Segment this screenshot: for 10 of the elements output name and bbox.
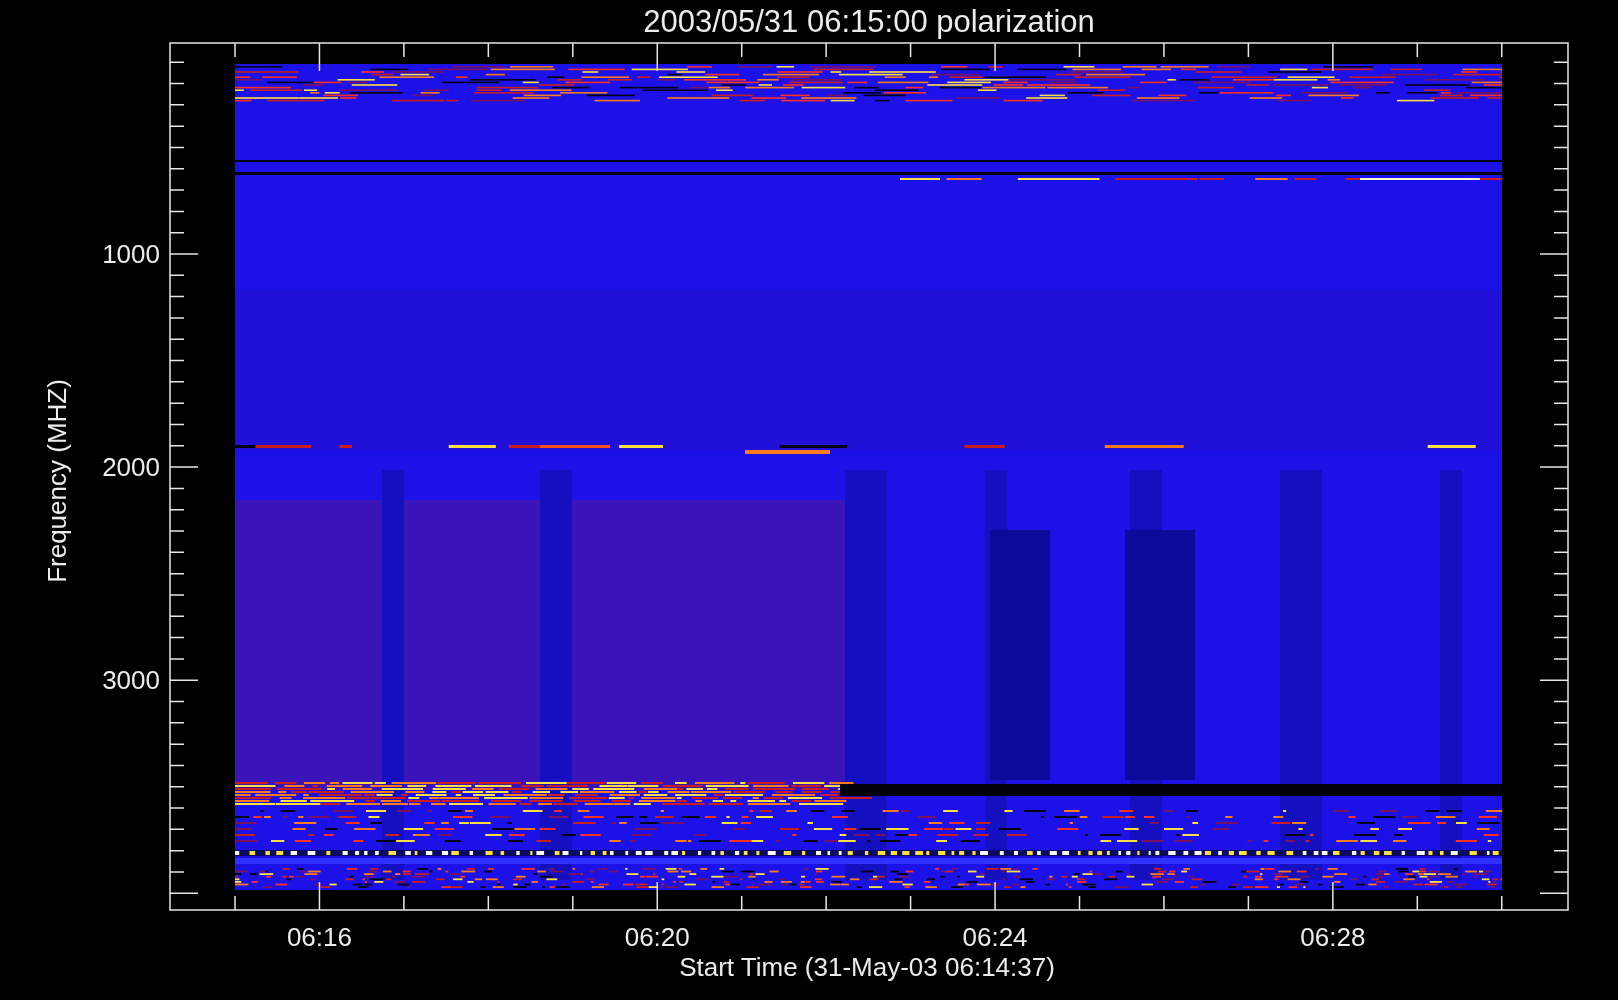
tick-label: 06:16 (286, 922, 352, 952)
tick-label: 06:20 (624, 922, 690, 952)
axis-label: Start Time (31-May-03 06:14:37) (679, 952, 1055, 982)
tick-label: 3000 (102, 665, 160, 696)
tick-label: 2000 (102, 452, 160, 483)
plot-title: 2003/05/31 06:15:00 polarization (643, 4, 1095, 39)
axis-label: Frequency (MHZ) (42, 379, 72, 583)
tick-label: 06:28 (1300, 922, 1366, 952)
tick-label: 1000 (102, 239, 160, 269)
tick-label: 06:24 (962, 922, 1028, 952)
